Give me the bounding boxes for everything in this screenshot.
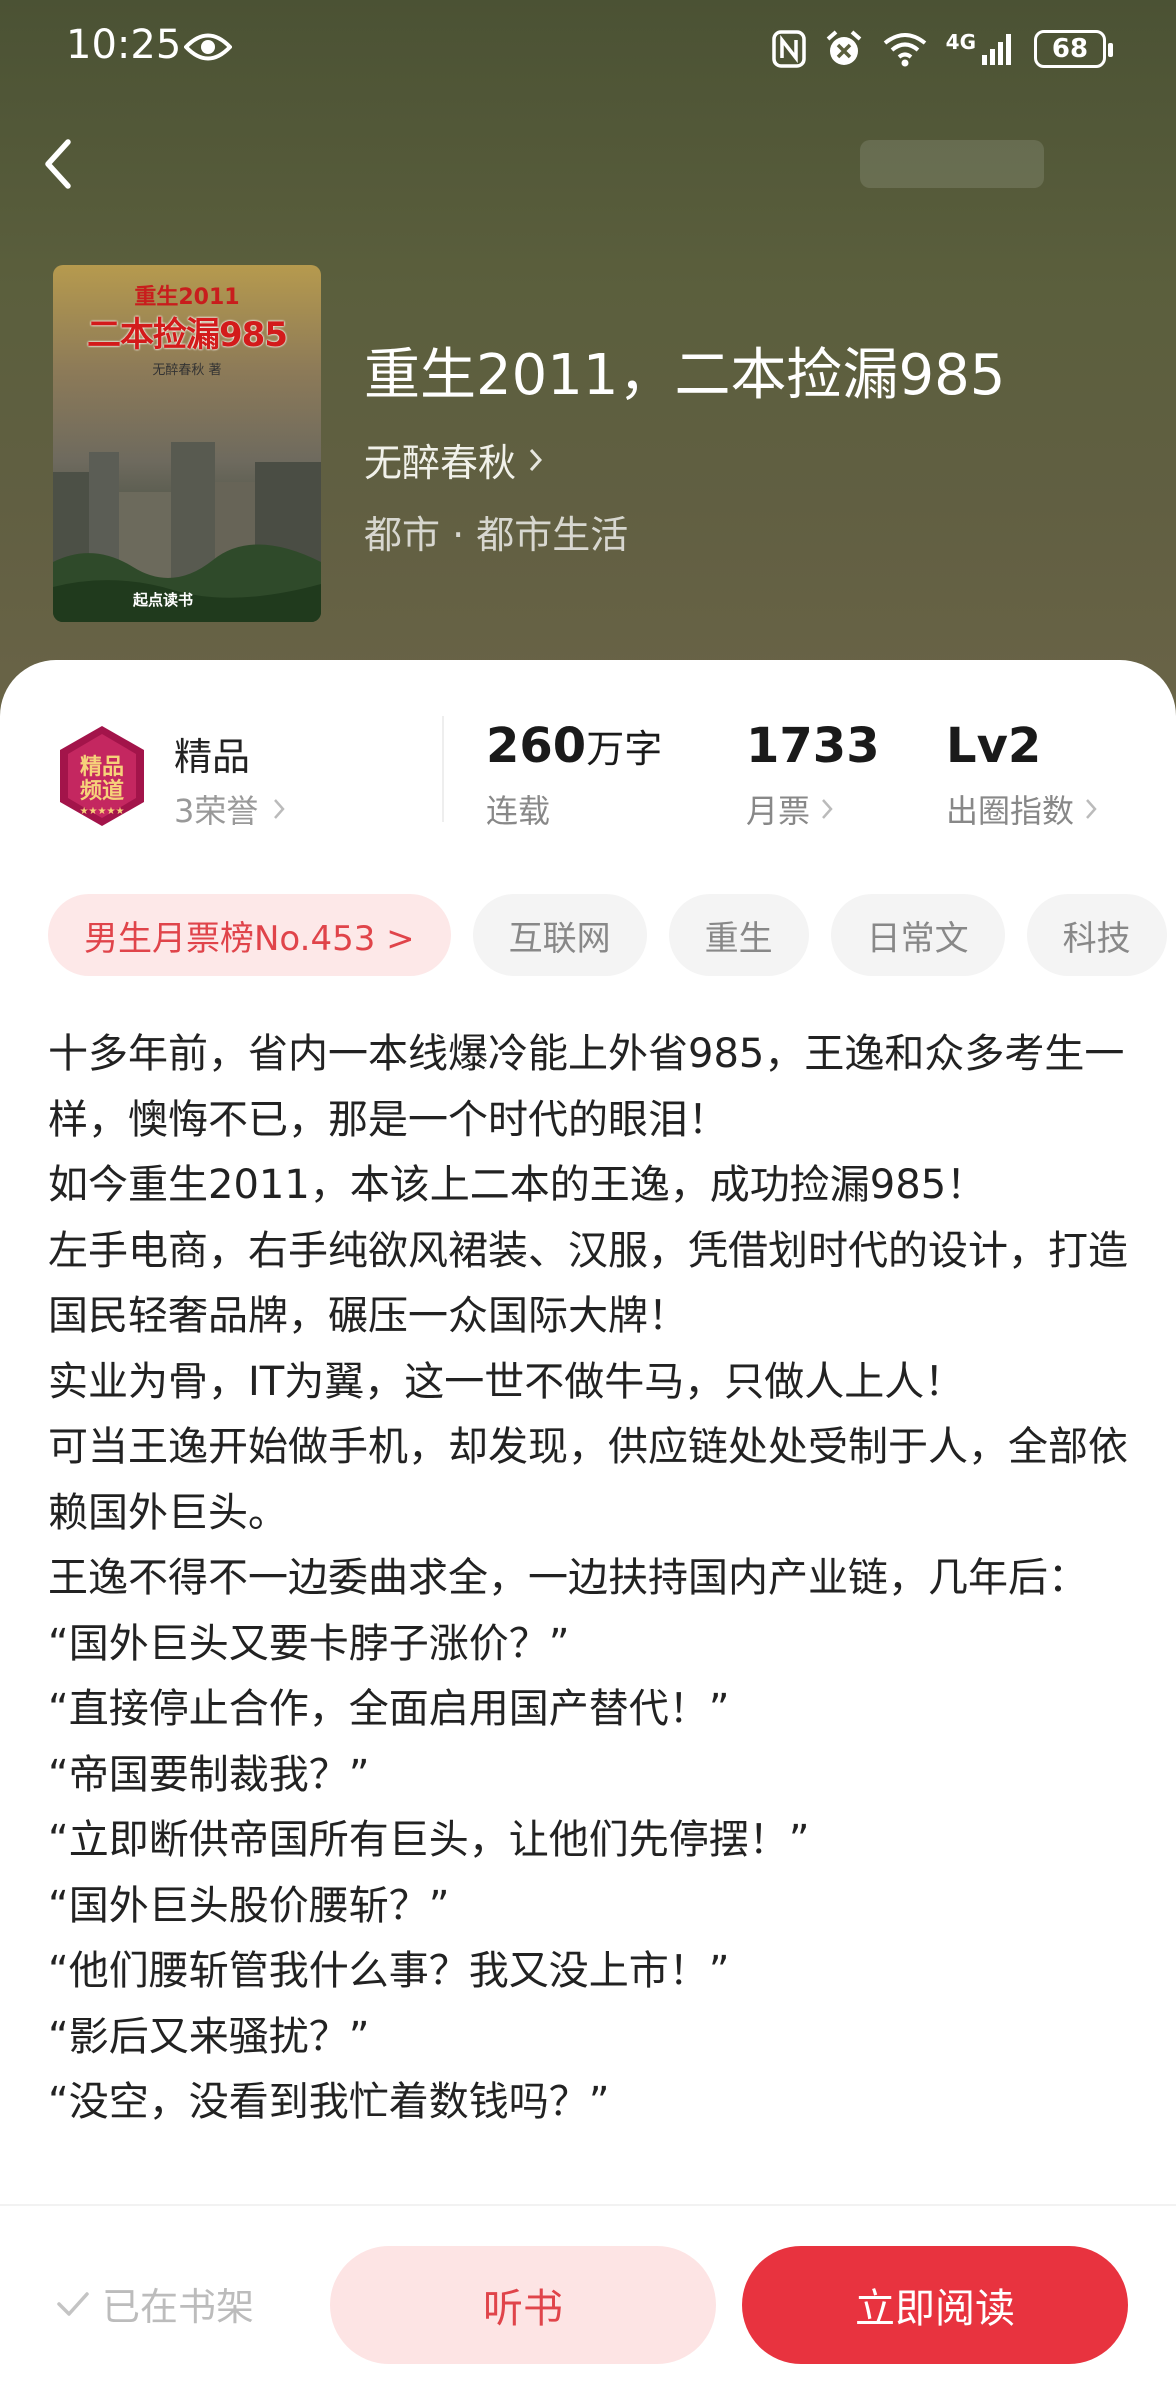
nfc-icon: [771, 30, 806, 68]
word-count-unit: 万字: [586, 727, 663, 771]
synopsis-paragraph: “没空，没看到我忙着数钱吗？”: [48, 2079, 610, 2125]
wifi-icon: [883, 33, 926, 67]
medal-text-bottom: 频道: [80, 778, 124, 804]
synopsis-paragraph: “影后又来骚扰？”: [48, 2013, 370, 2060]
signal-icon: [982, 34, 1011, 65]
author-link[interactable]: 无醉春秋: [364, 432, 544, 487]
alarm-icon: [826, 30, 861, 65]
premium-channel-medal-icon[interactable]: 精品 频道 ★★★★★: [52, 724, 152, 828]
chevron-right-icon: [529, 448, 543, 471]
synopsis-paragraph: “帝国要制裁我？”: [48, 1751, 370, 1798]
synopsis-paragraph: “国外巨头又要卡脖子涨价？”: [48, 1620, 570, 1667]
battery-level: 68: [1051, 34, 1089, 64]
tag-technology[interactable]: 科技: [1026, 894, 1167, 976]
synopsis-paragraph: 王逸不得不一边委曲求全，一边扶持国内产业链，几年后：: [48, 1555, 1088, 1601]
synopsis-paragraph: 如今重生2011，本该上二本的王逸，成功捡漏985！: [48, 1162, 987, 1208]
cover-author: 无醉春秋 著: [152, 363, 222, 378]
serial-status: 连载: [486, 792, 551, 830]
status-icons: 4G 68: [771, 26, 1113, 72]
tag-list: 男生月票榜No.453 > 互联网 重生 日常文 科技: [48, 894, 1167, 976]
word-count-value: 260: [486, 718, 587, 774]
monthly-votes-label: 月票: [746, 792, 811, 830]
monthly-votes-stat[interactable]: 1733 月票: [746, 718, 880, 832]
popularity-index-label: 出圈指数: [946, 792, 1075, 830]
check-icon: [57, 2291, 89, 2316]
popularity-index-stat[interactable]: Lv2 出圈指数: [946, 718, 1098, 832]
top-right-action[interactable]: [860, 140, 1044, 188]
svg-text:★★★★★: ★★★★★: [80, 806, 125, 817]
badge-name: 精品: [174, 735, 251, 779]
chevron-right-icon: [1086, 799, 1097, 819]
synopsis-paragraph: “直接停止合作，全面启用国产替代！”: [48, 1686, 730, 1732]
honors-count: 3荣誉: [174, 792, 259, 830]
stats-divider: [442, 716, 444, 822]
eye-icon: [184, 33, 232, 61]
book-genre: 都市 · 都市生活: [364, 513, 629, 557]
tag-rebirth[interactable]: 重生: [668, 894, 809, 976]
synopsis-paragraph: “他们腰斩管我什么事？我又没上市！”: [48, 1948, 730, 1994]
network-type: 4G: [945, 30, 976, 54]
synopsis[interactable]: 十多年前，省内一本线爆冷能上外省985，王逸和众多考生一样，懊悔不已，那是一个时…: [48, 1022, 1138, 2212]
battery-icon: 68: [1034, 30, 1113, 68]
author-name: 无醉春秋: [364, 441, 517, 485]
tag-internet[interactable]: 互联网: [472, 894, 647, 976]
shelf-status-label: 已在书架: [102, 2285, 255, 2329]
cover-publisher: 起点读书: [133, 591, 194, 609]
cover-title-main: 二本捡漏985: [87, 315, 288, 355]
monthly-votes-value: 1733: [746, 718, 880, 774]
listen-button[interactable]: 听书: [330, 2246, 716, 2364]
read-now-button[interactable]: 立即阅读: [742, 2246, 1128, 2364]
shelf-status: 已在书架: [56, 2276, 254, 2331]
synopsis-paragraph: 可当王逸开始做手机，却发现，供应链处处受制于人，全部依赖国外巨头。: [48, 1424, 1128, 1536]
synopsis-paragraph: 实业为骨，IT为翼，这一世不做牛马，只做人上人！: [48, 1358, 965, 1405]
chevron-right-icon: [822, 799, 833, 819]
popularity-index-value: Lv2: [946, 718, 1042, 774]
honors-link[interactable]: 3荣誉: [174, 786, 286, 832]
chevron-right-icon: [274, 799, 286, 819]
book-title: 重生2011，二本捡漏985: [364, 343, 1006, 408]
book-cover[interactable]: 重生2011 二本捡漏985 无醉春秋 著 起点读书: [53, 265, 321, 622]
ranking-tag[interactable]: 男生月票榜No.453 >: [48, 894, 451, 976]
synopsis-paragraph: 左手电商，右手纯欲风裙装、汉服，凭借划时代的设计，打造国民轻奢品牌，碾压一众国际…: [48, 1227, 1128, 1340]
status-bar: 10:25 4G 68: [0, 0, 1176, 100]
tag-daily[interactable]: 日常文: [830, 894, 1005, 976]
back-button[interactable]: [30, 134, 90, 194]
medal-text-top: 精品: [80, 754, 124, 780]
word-count-stat: 260万字 连载: [486, 718, 662, 832]
synopsis-paragraph: “国外巨头股价腰斩？”: [48, 1882, 450, 1929]
synopsis-paragraph: “立即断供帝国所有巨头，让他们先停摆！”: [48, 1817, 810, 1863]
synopsis-paragraph: 十多年前，省内一本线爆冷能上外省985，王逸和众多考生一样，懊悔不已，那是一个时…: [48, 1031, 1125, 1143]
status-time: 10:25: [66, 22, 182, 68]
